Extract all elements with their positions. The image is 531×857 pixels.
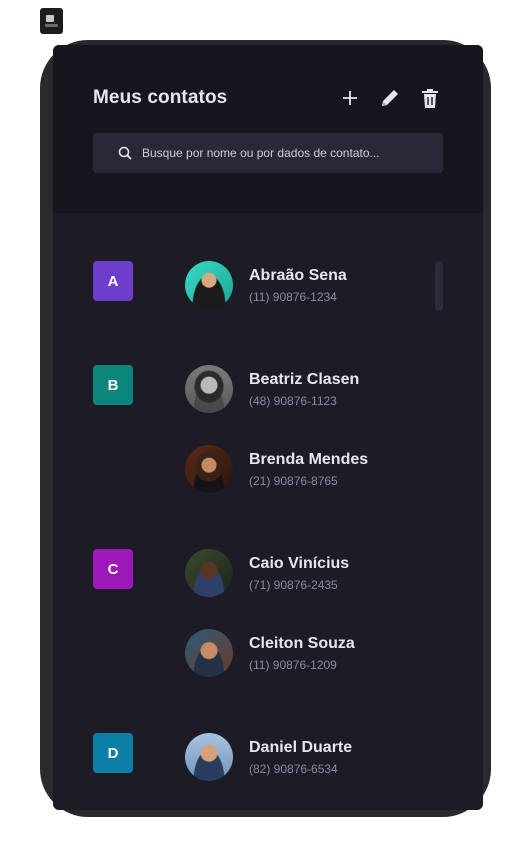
contact-phone: (82) 90876-6534 bbox=[249, 761, 338, 776]
group-letter-c: C bbox=[93, 549, 133, 589]
group-letter-b: B bbox=[93, 365, 133, 405]
contact-name: Brenda Mendes bbox=[249, 450, 369, 468]
contact-phone: (48) 90876-1123 bbox=[249, 393, 337, 408]
pencil-icon bbox=[382, 90, 398, 106]
contact-phone: (11) 90876-1209 bbox=[249, 657, 337, 672]
contact-name: Abraão Sena bbox=[249, 266, 347, 284]
page-title: Meus contatos bbox=[93, 87, 228, 108]
contact-item[interactable]: Cleiton Souza (11) 90876-1209 bbox=[185, 629, 355, 677]
contact-phone: (21) 90876-8765 bbox=[249, 473, 338, 488]
search-input[interactable] bbox=[142, 146, 422, 160]
contact-name: Cleiton Souza bbox=[249, 634, 355, 652]
plus-icon bbox=[343, 91, 357, 105]
header-actions bbox=[337, 85, 443, 111]
avatar bbox=[185, 261, 233, 309]
header: Meus contatos bbox=[53, 45, 483, 213]
avatar bbox=[185, 445, 233, 493]
contact-item[interactable]: Beatriz Clasen (48) 90876-1123 bbox=[185, 365, 359, 413]
avatar bbox=[185, 733, 233, 781]
contact-item[interactable]: Daniel Duarte (82) 90876-6534 bbox=[185, 733, 352, 781]
contact-phone: (71) 90876-2435 bbox=[249, 577, 338, 592]
contact-phone: (11) 90876-1234 bbox=[249, 289, 337, 304]
trash-icon bbox=[422, 89, 438, 108]
group-letter-d: D bbox=[93, 733, 133, 773]
add-contact-button[interactable] bbox=[337, 85, 363, 111]
search-bar bbox=[93, 133, 443, 173]
contact-name: Caio Vinícius bbox=[249, 554, 350, 572]
contact-item[interactable]: Caio Vinícius (71) 90876-2435 bbox=[185, 549, 349, 597]
group-letter-a: A bbox=[93, 261, 133, 301]
contact-name: Daniel Duarte bbox=[249, 738, 353, 756]
scrollbar[interactable] bbox=[435, 261, 443, 311]
avatar bbox=[185, 365, 233, 413]
edit-button[interactable] bbox=[377, 85, 403, 111]
contact-item[interactable]: Abraão Sena (11) 90876-1234 bbox=[185, 261, 347, 309]
contacts-screen: Meus contatos Busque por nome ou por dad… bbox=[53, 45, 483, 810]
contact-item[interactable]: Brenda Mendes (21) 90876-8765 bbox=[185, 445, 368, 493]
avatar bbox=[185, 549, 233, 597]
app-file-icon bbox=[40, 8, 63, 34]
delete-button[interactable] bbox=[417, 85, 443, 111]
contact-name: Beatriz Clasen bbox=[249, 370, 360, 388]
search-icon bbox=[118, 146, 132, 160]
avatar bbox=[185, 629, 233, 677]
